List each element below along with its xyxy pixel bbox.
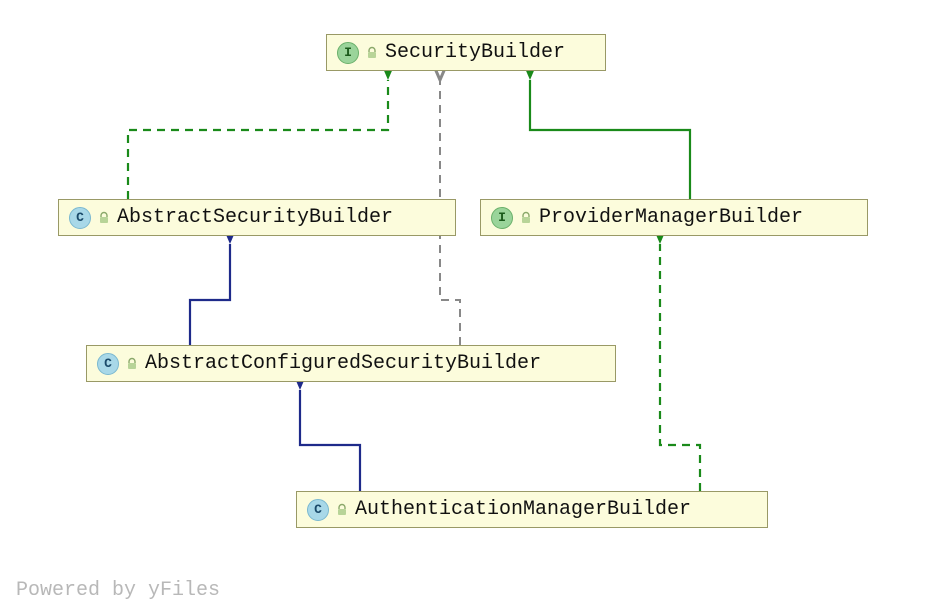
node-authentication-manager-builder[interactable]: C AuthenticationManagerBuilder [296,491,768,528]
edge-abs-to-sec [128,80,388,199]
edge-acsb-to-asb [190,244,230,345]
class-badge-icon: C [307,499,329,521]
node-label: SecurityBuilder [385,41,565,64]
interface-badge-icon: I [491,207,513,229]
node-abstract-security-builder[interactable]: C AbstractSecurityBuilder [58,199,456,236]
node-label: ProviderManagerBuilder [539,206,803,229]
lock-icon [97,211,111,225]
node-security-builder[interactable]: I SecurityBuilder [326,34,606,71]
node-label: AuthenticationManagerBuilder [355,498,691,521]
lock-icon [519,211,533,225]
interface-badge-icon: I [337,42,359,64]
lock-icon [125,357,139,371]
class-badge-icon: C [97,353,119,375]
footer-credit: Powered by yFiles [16,579,220,602]
edge-amb-to-pmb [660,244,700,491]
edge-amb-to-acsb [300,390,360,491]
node-provider-manager-builder[interactable]: I ProviderManagerBuilder [480,199,868,236]
edge-pmb-to-sec [530,80,690,199]
node-label: AbstractSecurityBuilder [117,206,393,229]
lock-icon [335,503,349,517]
class-badge-icon: C [69,207,91,229]
lock-icon [365,46,379,60]
node-label: AbstractConfiguredSecurityBuilder [145,352,541,375]
node-abstract-configured-security-builder[interactable]: C AbstractConfiguredSecurityBuilder [86,345,616,382]
